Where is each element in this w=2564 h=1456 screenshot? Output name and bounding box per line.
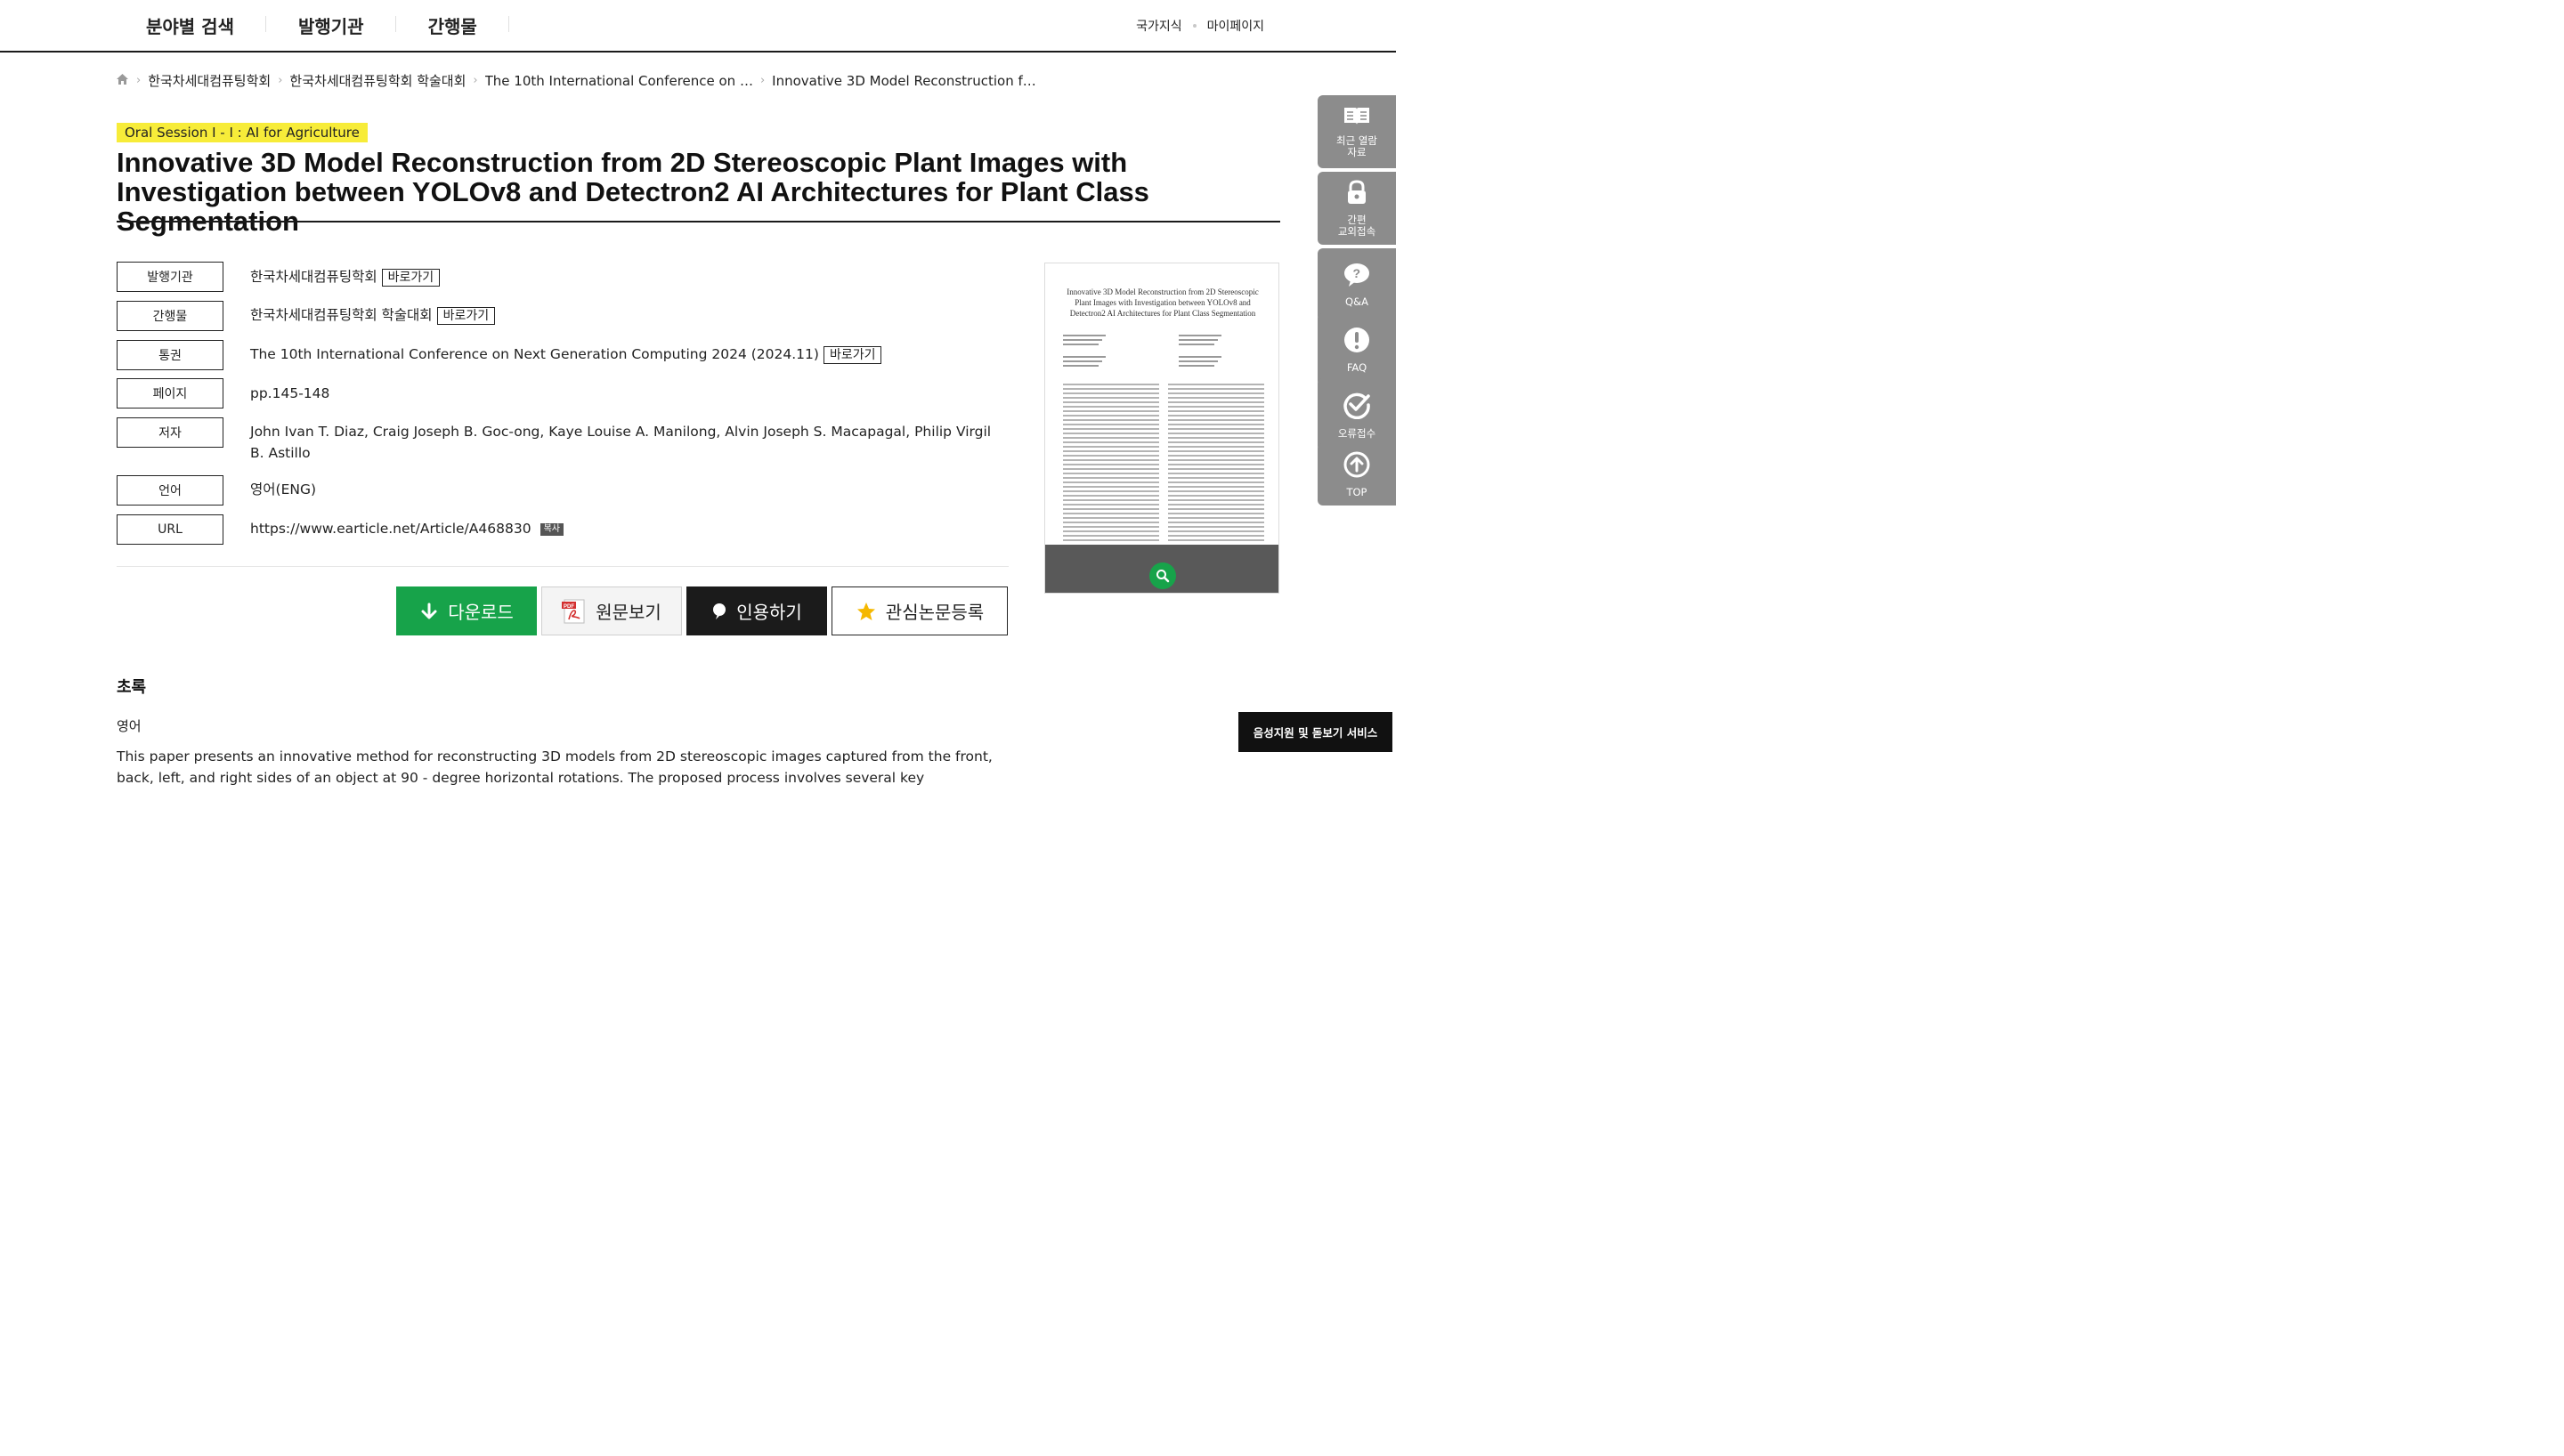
add-favorite-button[interactable]: 관심논문등록 [832,586,1008,635]
copy-url-button[interactable]: 복사 [540,522,564,536]
menu-publishers[interactable]: 발행기관 [266,12,396,38]
quick-menu-label: 오류접수 [1337,426,1376,440]
volume-label: 통권 [117,340,223,370]
session-badge: Oral Session I - I : AI for Agriculture [117,123,368,142]
abstract-language: 영어 [117,718,142,734]
quick-menu-faq[interactable]: FAQ [1318,313,1396,386]
magnifier-icon[interactable] [1149,562,1176,589]
publication-value: 한국차세대컴퓨팅학회 학술대회 바로가기 [250,304,496,326]
check-circle-icon [1343,391,1371,423]
title-divider [117,221,1280,222]
quick-menu-top[interactable]: TOP [1318,443,1396,506]
view-original-label: 원문보기 [596,602,661,623]
quick-menu-label: Q&A [1345,295,1368,308]
quick-menu-label: 최근 열람 자료 [1336,134,1377,158]
chat-question-icon: ? [1343,263,1370,291]
exclamation-icon [1343,327,1370,357]
chevron-right-icon: › [473,74,478,87]
quick-menu-label: 간편 교외접속 [1337,214,1376,238]
authors-value: John Ivan T. Diaz, Craig Joseph B. Goc-o… [250,424,992,461]
cite-label: 인용하기 [736,602,802,623]
pages-value: pp.145-148 [250,385,330,401]
abstract-heading: 초록 [117,678,147,697]
chevron-right-icon: › [759,74,766,87]
download-arrow-icon [419,602,439,621]
url-label: URL [117,514,223,545]
star-icon [856,601,877,622]
quick-menu-error-report[interactable]: 오류접수 [1318,378,1396,451]
svg-text:?: ? [1353,266,1361,280]
breadcrumb-item[interactable]: Innovative 3D Model Reconstruction f… [772,73,1036,89]
pages-label: 페이지 [117,378,223,408]
view-original-button[interactable]: PDF 원문보기 [541,586,682,635]
page-title: Innovative 3D Model Reconstruction from … [117,147,1149,237]
volume-name: The 10th International Conference on Nex… [250,346,819,362]
download-button[interactable]: 다운로드 [396,586,537,635]
language-value: 영어(ENG) [250,481,317,497]
breadcrumb-item[interactable]: 한국차세대컴퓨팅학회 학술대회 [289,71,466,90]
abstract-text: This paper presents an innovative method… [117,748,993,786]
volume-value: The 10th International Conference on Nex… [250,344,882,365]
home-icon[interactable] [116,73,129,89]
arrow-up-icon [1343,451,1370,481]
breadcrumb: › 한국차세대컴퓨팅학회 › 한국차세대컴퓨팅학회 학술대회 › The 10t… [116,71,1036,90]
publisher-name: 한국차세대컴퓨팅학회 [250,269,377,285]
add-favorite-label: 관심논문등록 [885,602,985,623]
publisher-label: 발행기관 [117,262,223,292]
article-url[interactable]: https://www.earticle.net/Article/A468830 [250,521,531,537]
cite-button[interactable]: 인용하기 [686,586,827,635]
chevron-right-icon: › [136,74,142,87]
pdf-icon: PDF [562,598,587,625]
quick-menu-remote-access[interactable]: 간편 교외접속 [1318,172,1396,245]
main-menu: 분야별 검색 발행기관 간행물 [114,0,509,51]
publisher-goto-button[interactable]: 바로가기 [381,269,441,287]
paper-preview[interactable]: Innovative 3D Model Reconstruction from … [1044,263,1279,594]
breadcrumb-item[interactable]: The 10th International Conference on … [485,73,753,89]
utility-links: 국가지식 마이페이지 [1136,0,1264,51]
quote-icon [711,603,727,620]
quick-menu-qna[interactable]: ? Q&A [1318,248,1396,321]
lock-icon [1345,179,1368,209]
publication-label: 간행물 [117,301,223,331]
book-icon [1343,105,1371,130]
svg-text:PDF: PDF [564,604,574,610]
menu-publications[interactable]: 간행물 [396,12,509,38]
language-label: 언어 [117,475,223,506]
publisher-value: 한국차세대컴퓨팅학회 바로가기 [250,266,441,287]
volume-goto-button[interactable]: 바로가기 [823,346,882,364]
info-divider [117,566,1009,567]
separator-dot [1192,23,1197,28]
publication-goto-button[interactable]: 바로가기 [436,307,496,325]
authors-label: 저자 [117,417,223,448]
accessibility-service-button[interactable]: 음성지원 및 돋보기 서비스 [1238,712,1392,752]
chevron-right-icon: › [278,74,283,87]
quick-menu-label: TOP [1346,485,1367,498]
national-knowledge-link[interactable]: 국가지식 [1136,17,1182,35]
quick-menu-recent[interactable]: 최근 열람 자료 [1318,95,1396,168]
publication-name: 한국차세대컴퓨팅학회 학술대회 [250,307,433,323]
top-navigation: 분야별 검색 발행기관 간행물 국가지식 마이페이지 [0,0,1396,53]
url-value: https://www.earticle.net/Article/A468830… [250,518,564,539]
quick-menu-label: FAQ [1346,360,1367,374]
breadcrumb-item[interactable]: 한국차세대컴퓨팅학회 [148,71,271,90]
mypage-link[interactable]: 마이페이지 [1207,17,1264,35]
menu-field-search[interactable]: 분야별 검색 [114,12,266,38]
download-label: 다운로드 [448,602,514,623]
